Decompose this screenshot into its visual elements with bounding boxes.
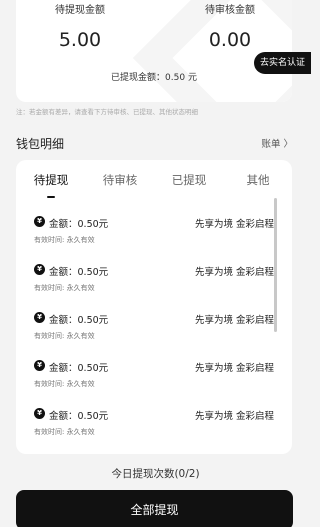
record-amount: 金额：0.50元 <box>49 219 109 230</box>
record-source: 先享为境 金彩启程 <box>194 411 274 422</box>
record-list: ¥ 金额：0.50元 先享为境 金彩启程 有效时间: 永久有效 ¥ 金额：0.5… <box>16 210 292 450</box>
record-source: 先享为境 金彩启程 <box>194 363 274 374</box>
discrepancy-note: 注：若金额有差异，请查看下方待审核、已提现、其他状态明细 <box>16 108 198 116</box>
withdrawn-label: 已提现金额： <box>111 73 166 83</box>
yen-coin-icon: ¥ <box>34 216 45 227</box>
tab-pending-withdraw[interactable]: 待提现 <box>21 172 81 188</box>
record-amount: 金额：0.50元 <box>49 267 109 278</box>
wallet-details-card: 待提现 待审核 已提现 其他 ¥ 金额：0.50元 先享为境 金彩启程 有效时间… <box>16 160 292 454</box>
record-source: 先享为境 金彩启程 <box>194 315 274 326</box>
list-scrollbar[interactable] <box>274 198 277 332</box>
list-item[interactable]: ¥ 金额：0.50元 先享为境 金彩启程 有效时间: 永久有效 <box>16 210 292 258</box>
wallet-page: 待提现金额 5.00 待审核金额 0.00 已提现金额：0.50 元 去实名认证… <box>0 0 311 527</box>
active-tab-indicator <box>47 196 55 198</box>
record-validity: 有效时间: 永久有效 <box>34 236 95 244</box>
withdrawn-value: 0.50 元 <box>165 73 197 83</box>
wallet-details-title: 钱包明细 <box>16 137 65 151</box>
tab-withdrawn[interactable]: 已提现 <box>159 172 219 188</box>
yen-coin-icon: ¥ <box>34 408 45 419</box>
under-review-label: 待审核金额 <box>205 5 255 16</box>
under-review-value: 0.00 <box>208 29 252 51</box>
withdraw-all-button[interactable]: 全部提现 <box>16 490 293 527</box>
status-tabs: 待提现 待审核 已提现 其他 <box>16 160 292 198</box>
list-item[interactable]: ¥ 金额：0.50元 先享为境 金彩启程 有效时间: 永久有效 <box>16 306 292 354</box>
record-amount: 金额：0.50元 <box>49 315 109 326</box>
withdrawn-total: 已提现金额：0.50 元 <box>16 70 292 83</box>
today-withdraw-count: 今日提现次数(0/2) <box>111 468 200 480</box>
list-item[interactable]: ¥ 金额：0.50元 先享为境 金彩启程 有效时间: 永久有效 <box>16 354 292 402</box>
record-source: 先享为境 金彩启程 <box>194 267 274 278</box>
yen-coin-icon: ¥ <box>34 264 45 275</box>
balance-summary-card: 待提现金额 5.00 待审核金额 0.00 已提现金额：0.50 元 <box>16 0 292 102</box>
pending-withdraw-value: 5.00 <box>58 29 102 51</box>
tab-other[interactable]: 其他 <box>228 172 288 188</box>
yen-coin-icon: ¥ <box>34 312 45 323</box>
record-validity: 有效时间: 永久有效 <box>34 428 95 436</box>
list-item[interactable]: ¥ 金额：0.50元 先享为境 金彩启程 有效时间: 永久有效 <box>16 402 292 450</box>
record-source: 先享为境 金彩启程 <box>194 219 274 230</box>
under-review-block: 待审核金额 0.00 <box>166 4 292 52</box>
yen-coin-icon: ¥ <box>34 360 45 371</box>
list-item[interactable]: ¥ 金额：0.50元 先享为境 金彩启程 有效时间: 永久有效 <box>16 258 292 306</box>
record-amount: 金额：0.50元 <box>49 363 109 374</box>
record-validity: 有效时间: 永久有效 <box>34 284 95 292</box>
pending-withdraw-block: 待提现金额 5.00 <box>16 4 144 52</box>
record-amount: 金额：0.50元 <box>49 411 109 422</box>
record-validity: 有效时间: 永久有效 <box>34 332 95 340</box>
record-validity: 有效时间: 永久有效 <box>34 380 95 388</box>
tab-under-review[interactable]: 待审核 <box>90 172 150 188</box>
realname-auth-button[interactable]: 去实名认证 <box>254 52 311 74</box>
ledger-link[interactable]: 账单 〉 <box>261 136 293 150</box>
pending-withdraw-label: 待提现金额 <box>55 5 105 16</box>
